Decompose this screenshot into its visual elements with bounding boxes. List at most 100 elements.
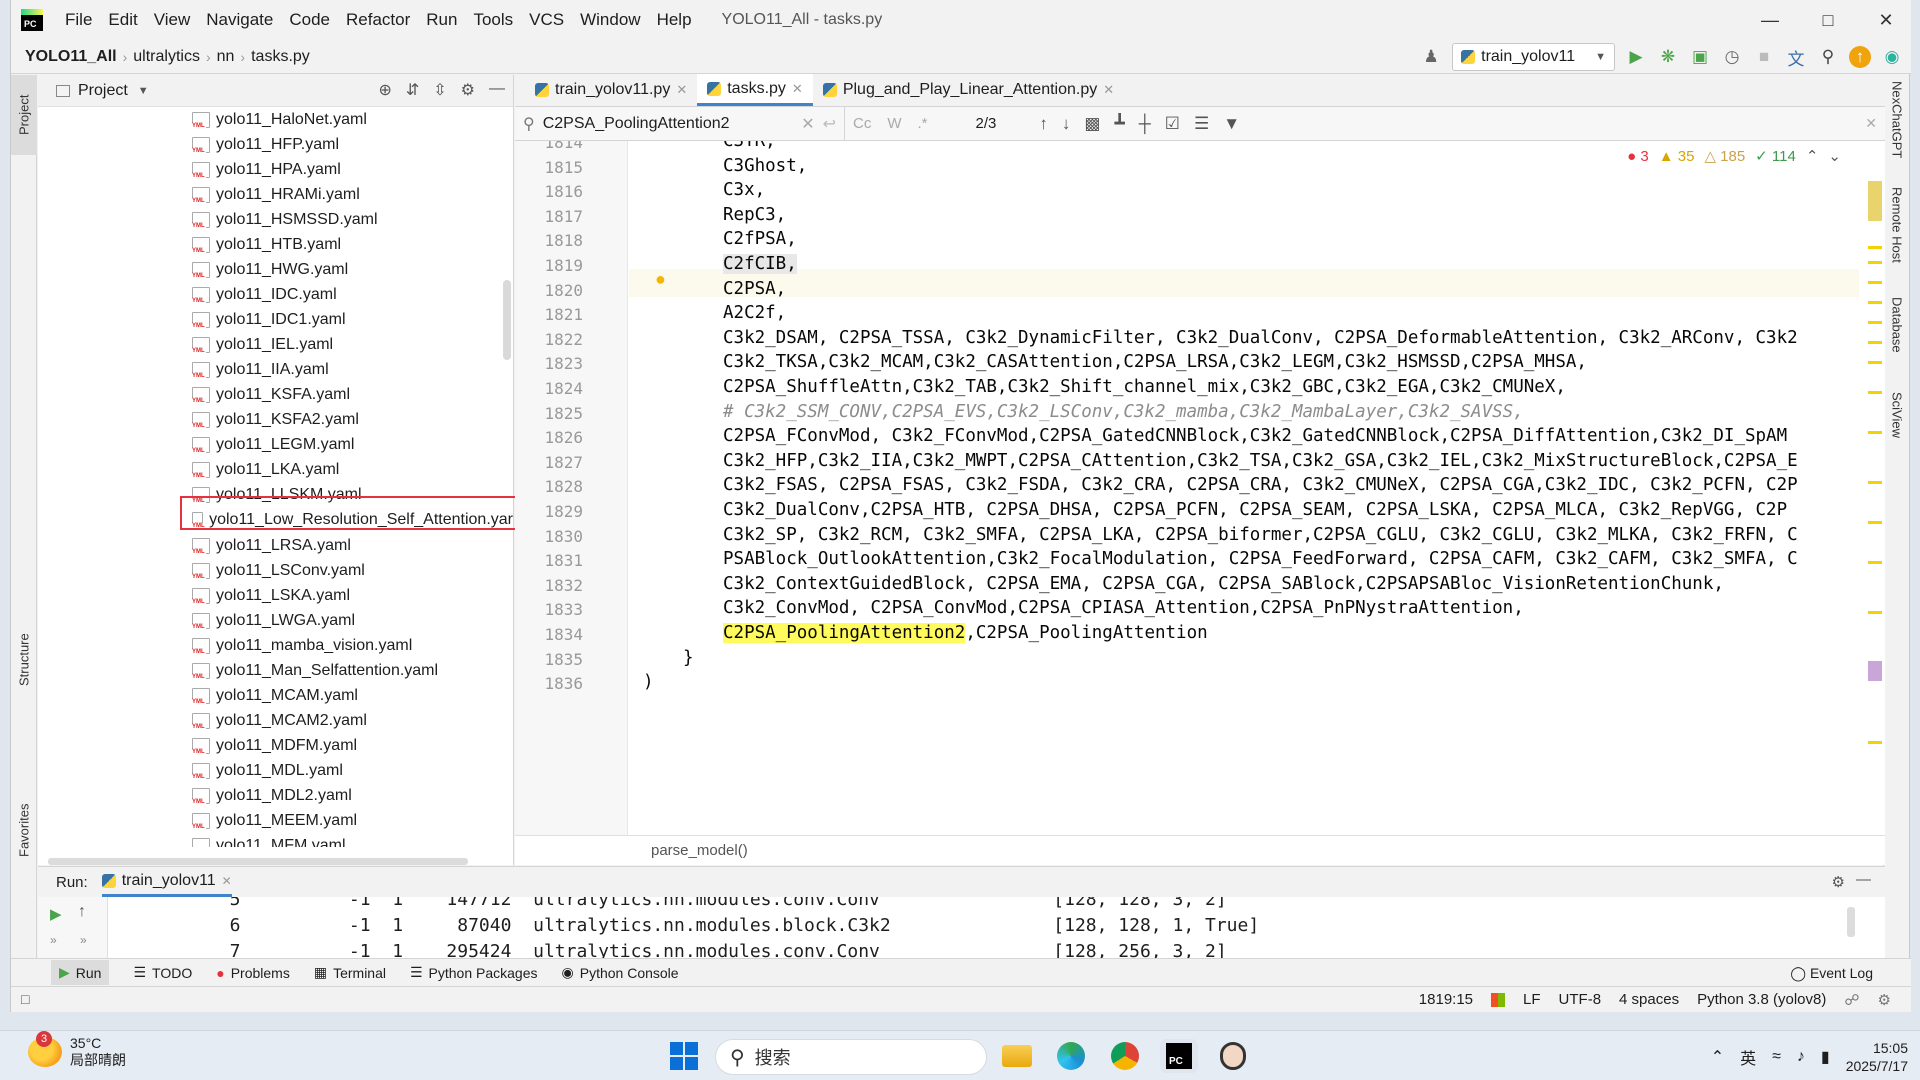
select-all-icon[interactable]: ▩ bbox=[1084, 114, 1100, 134]
chrome-browser-icon[interactable] bbox=[1106, 1039, 1144, 1073]
run-icon[interactable]: ▶ bbox=[1625, 46, 1647, 68]
stop-icon[interactable]: ■ bbox=[1753, 46, 1775, 68]
file-tree-item[interactable]: yolo11_mamba_vision.yaml bbox=[38, 633, 513, 658]
menu-tools[interactable]: Tools bbox=[465, 10, 521, 30]
lock-icon[interactable]: ☍ bbox=[1844, 991, 1859, 1009]
arrow-down-icon[interactable]: ↓ bbox=[1062, 114, 1071, 134]
file-tree-item[interactable]: yolo11_HRAMi.yaml bbox=[38, 182, 513, 207]
profile-icon[interactable]: ◷ bbox=[1721, 46, 1743, 68]
breadcrumb-tasks[interactable]: tasks.py bbox=[251, 48, 310, 66]
bottom-tab-todo[interactable]: ☰ TODO bbox=[133, 964, 192, 981]
error-stripe[interactable] bbox=[1867, 141, 1885, 835]
close-icon[interactable]: ✕ bbox=[676, 82, 687, 98]
expand-all-icon[interactable]: ⇵ bbox=[406, 80, 419, 100]
add-occurrence-icon[interactable]: ┻ bbox=[1114, 114, 1124, 134]
menu-help[interactable]: Help bbox=[649, 10, 700, 30]
file-tree-item[interactable]: yolo11_MCAM2.yaml bbox=[38, 708, 513, 733]
code-breadcrumb-function[interactable]: parse_model() bbox=[651, 842, 748, 859]
editor-tab[interactable]: train_yolov11.py ✕ bbox=[525, 74, 697, 106]
indent-setting[interactable]: 4 spaces bbox=[1619, 991, 1679, 1008]
file-tree-item[interactable]: yolo11_HFP.yaml bbox=[38, 132, 513, 157]
hide-icon[interactable]: — bbox=[1856, 871, 1871, 888]
editor-tab[interactable]: tasks.py ✕ bbox=[697, 74, 813, 106]
close-icon[interactable]: ✕ bbox=[1103, 82, 1114, 98]
close-icon[interactable]: ✕ bbox=[792, 81, 803, 97]
breadcrumb-nn[interactable]: nn bbox=[217, 48, 235, 66]
pycharm-taskbar-icon[interactable]: PC bbox=[1160, 1039, 1198, 1073]
tool-tab-database[interactable]: Database bbox=[1884, 285, 1910, 365]
notification-icon[interactable]: ⚙ bbox=[1878, 991, 1891, 1009]
file-tree-item[interactable]: yolo11_KSFA.yaml bbox=[38, 382, 513, 407]
tool-tab-remote-host[interactable]: Remote Host bbox=[1884, 175, 1910, 275]
run-console[interactable]: 5 -1 1 147712 ultralytics.nn.modules.con… bbox=[108, 897, 1885, 959]
gear-icon[interactable]: ⚙ bbox=[1832, 873, 1845, 891]
update-icon[interactable]: ↑ bbox=[1849, 46, 1871, 68]
close-find-icon[interactable]: ✕ bbox=[1865, 115, 1877, 132]
input-method[interactable]: 英 bbox=[1740, 1045, 1756, 1069]
tool-tab-nexchatgpt[interactable]: NexChatGPT bbox=[1884, 75, 1910, 165]
close-window-button[interactable]: ✕ bbox=[1857, 0, 1915, 40]
search-icon[interactable]: ⚲ bbox=[1817, 46, 1839, 68]
run-config-selector[interactable]: train_yolov11 ▼ bbox=[1452, 43, 1615, 71]
clear-icon[interactable]: ✕ bbox=[801, 114, 814, 134]
bottom-tab-python-packages[interactable]: ☰ Python Packages bbox=[410, 964, 538, 981]
run-tab-train[interactable]: train_yolov11 ✕ bbox=[101, 867, 232, 897]
weather-widget[interactable]: 3 35°C 局部晴朗 bbox=[28, 1031, 126, 1069]
menu-window[interactable]: Window bbox=[572, 10, 648, 30]
menu-run[interactable]: Run bbox=[418, 10, 465, 30]
windows-start-icon[interactable] bbox=[665, 1039, 703, 1073]
line-separator[interactable]: LF bbox=[1523, 991, 1541, 1008]
taskbar-search[interactable]: ⚲ 搜索 bbox=[715, 1039, 987, 1075]
event-log-button[interactable]: ◯ Event Log bbox=[1790, 965, 1873, 982]
debug-icon[interactable]: ❋ bbox=[1657, 46, 1679, 68]
file-tree-item[interactable]: yolo11_IIA.yaml bbox=[38, 357, 513, 382]
maximize-button[interactable]: □ bbox=[1799, 0, 1857, 40]
file-tree-item[interactable]: yolo11_KSFA2.yaml bbox=[38, 407, 513, 432]
inspection-widget[interactable]: ● 3 ▲ 35 △ 185 ✓ 114 ⌃ ⌄ bbox=[1627, 147, 1841, 166]
collapse-all-icon[interactable]: ⇳ bbox=[433, 80, 446, 100]
file-tree-item[interactable]: yolo11_IDC1.yaml bbox=[38, 307, 513, 332]
file-tree-item[interactable]: yolo11_IEL.yaml bbox=[38, 332, 513, 357]
python-interpreter[interactable]: Python 3.8 (yolov8) bbox=[1697, 991, 1826, 1008]
scrollbar-horizontal[interactable] bbox=[48, 858, 468, 865]
menu-edit[interactable]: Edit bbox=[100, 10, 145, 30]
chevron-up-icon[interactable]: ⌃ bbox=[1711, 1047, 1724, 1067]
file-tree-item[interactable]: yolo11_MCAM.yaml bbox=[38, 683, 513, 708]
file-tree-item[interactable]: yolo11_HaloNet.yaml bbox=[38, 107, 513, 132]
editor-tab[interactable]: Plug_and_Play_Linear_Attention.py ✕ bbox=[813, 74, 1124, 106]
file-tree-item[interactable]: yolo11_MDL2.yaml bbox=[38, 783, 513, 808]
menu-vcs[interactable]: VCS bbox=[521, 10, 572, 30]
more-icon[interactable]: » bbox=[80, 933, 87, 947]
close-icon[interactable]: ✕ bbox=[222, 874, 232, 888]
caret-position[interactable]: 1819:15 bbox=[1419, 991, 1473, 1008]
breadcrumb-project[interactable]: YOLO11_All bbox=[25, 48, 117, 66]
code-area[interactable]: 1814 1815 1816 1817 1818 1819 1820 1821 1822 1823… bbox=[515, 141, 1885, 835]
find-input[interactable]: ⚲ C2PSA_PoolingAttention2 ✕ ↩ bbox=[515, 106, 845, 141]
file-tree-item[interactable]: yolo11_LEGM.yaml bbox=[38, 432, 513, 457]
more-icon[interactable]: » bbox=[50, 933, 57, 947]
locate-icon[interactable]: ⊕ bbox=[378, 80, 391, 100]
file-tree-item[interactable]: yolo11_IDC.yaml bbox=[38, 282, 513, 307]
file-tree-item[interactable]: yolo11_LSConv.yaml bbox=[38, 558, 513, 583]
edge-browser-icon[interactable] bbox=[1052, 1039, 1090, 1073]
console-scrollbar[interactable] bbox=[1847, 907, 1855, 937]
bottom-tab-terminal[interactable]: ▦ Terminal bbox=[314, 964, 386, 981]
tool-tab-project[interactable]: Project bbox=[11, 75, 37, 155]
whole-word-toggle[interactable]: W bbox=[887, 115, 901, 132]
clock[interactable]: 15:05 2025/7/17 bbox=[1846, 1039, 1908, 1075]
file-tree-item[interactable]: yolo11_LWGA.yaml bbox=[38, 608, 513, 633]
minimize-button[interactable]: — bbox=[1741, 0, 1799, 40]
history-icon[interactable]: ↩ bbox=[823, 114, 836, 134]
bottom-tab-problems[interactable]: ● Problems bbox=[216, 965, 290, 981]
file-encoding[interactable]: UTF-8 bbox=[1559, 991, 1602, 1008]
file-tree-item[interactable]: yolo11_MDFM.yaml bbox=[38, 733, 513, 758]
tool-tab-structure[interactable]: Structure bbox=[11, 615, 37, 705]
settings-list-icon[interactable]: ☰ bbox=[1194, 114, 1209, 134]
tool-tab-favorites[interactable]: Favorites bbox=[11, 785, 37, 875]
chevron-down-icon[interactable]: ⌄ bbox=[1828, 147, 1841, 165]
arrow-up-icon[interactable]: ↑ bbox=[1039, 114, 1048, 134]
menu-view[interactable]: View bbox=[146, 10, 199, 30]
file-tree-item[interactable]: yolo11_HPA.yaml bbox=[38, 157, 513, 182]
gear-icon[interactable]: ⚙ bbox=[461, 80, 475, 100]
file-tree-item[interactable]: yolo11_LKA.yaml bbox=[38, 457, 513, 482]
